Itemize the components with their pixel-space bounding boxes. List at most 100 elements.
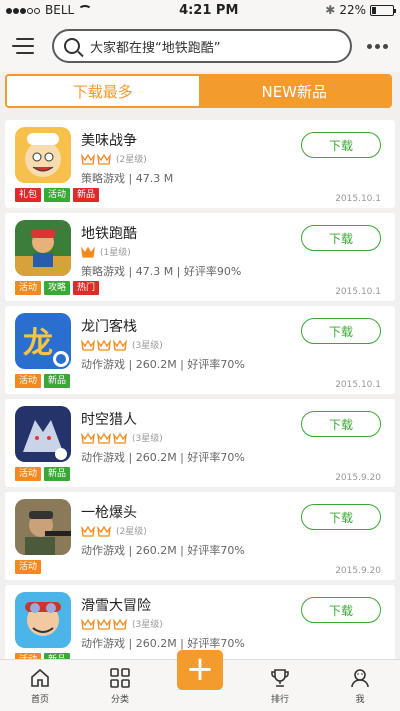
app-meta: 动作游戏 | 260.2M | 好评率70% [81, 451, 245, 464]
tag-badge: 活动 [15, 560, 42, 574]
battery-percent: 22% [339, 3, 366, 17]
segment-tabs: 下载最多 NEW新品 [5, 74, 392, 108]
rating: (2星级) [81, 152, 147, 165]
tag-badge: 礼包 [15, 188, 42, 202]
download-button[interactable]: 下载 [301, 225, 381, 251]
rating: (2星级) [81, 524, 147, 537]
bottom-tab-bar: 首页 分类 + 排行 我 [0, 650, 400, 711]
face-cartoon-icon[interactable] [15, 127, 71, 183]
tag-list: 活动新品 [15, 374, 71, 388]
menu-icon[interactable] [12, 38, 34, 54]
app-list-item[interactable]: 滑雪大冒险(3星级)动作游戏 | 260.2M | 好评率70%下载2015.9… [5, 585, 395, 659]
crown-icon [97, 618, 111, 630]
tabbar-plus: + [160, 650, 240, 711]
tab-most-downloaded[interactable]: 下载最多 [7, 76, 199, 106]
release-date: 2015.10.1 [335, 287, 381, 297]
rating: (3星级) [81, 431, 163, 444]
search-icon [64, 38, 80, 54]
release-date: 2015.9.20 [335, 473, 381, 483]
rating: (3星级) [81, 338, 163, 351]
crown-icon [113, 618, 127, 630]
app-meta: 策略游戏 | 47.3 M | 好评率90% [81, 265, 242, 278]
signal-icon [6, 3, 41, 17]
release-date: 2015.9.20 [335, 566, 381, 576]
tabbar-rank-label: 排行 [270, 695, 289, 705]
tag-badge: 热门 [73, 281, 100, 295]
rating: (3星级) [81, 617, 163, 630]
crown-icon [81, 618, 95, 630]
search-bar[interactable]: 大家都在搜“地铁跑酷” [52, 29, 352, 63]
crown-icon [113, 339, 127, 351]
tabbar-me-label: 我 [355, 695, 365, 705]
ski-adventure-icon[interactable] [15, 592, 71, 648]
tab-new[interactable]: NEW新品 [198, 76, 390, 106]
download-button[interactable]: 下载 [301, 504, 381, 530]
app-name[interactable]: 美味战争 [81, 130, 137, 150]
user-icon [351, 669, 369, 688]
bluetooth-icon: ✱ [325, 3, 336, 17]
home-icon [31, 668, 49, 687]
app-name[interactable]: 地铁跑酷 [81, 223, 137, 243]
tag-badge: 活动 [15, 281, 42, 295]
release-date: 2015.10.1 [335, 380, 381, 390]
crown-icon [97, 339, 111, 351]
tabbar-me[interactable]: 我 [320, 660, 400, 711]
tag-list: 活动新品 [15, 467, 71, 481]
crown-icon [97, 432, 111, 444]
tag-list: 活动 攻略 热门 [15, 281, 100, 295]
crown-icon [81, 153, 95, 165]
crown-icon [97, 153, 111, 165]
app-meta: 动作游戏 | 260.2M | 好评率70% [81, 637, 245, 650]
dragon-gate-icon[interactable]: 龙 [15, 313, 71, 369]
crown-icon [81, 525, 95, 537]
app-list-item[interactable]: 一枪爆头 (2星级) 动作游戏 | 260.2M | 好评率70% 下载 2015.9.… [5, 492, 395, 580]
tag-badge: 活动 [44, 188, 71, 202]
svg-text:龙: 龙 [23, 326, 53, 361]
tag-badge: 活动 [15, 374, 42, 388]
crown-icon [81, 339, 95, 351]
crown-icon [113, 432, 127, 444]
app-name[interactable]: 时空猎人 [81, 409, 137, 429]
rating-label: (1星级) [100, 248, 131, 258]
crown-icon [81, 432, 95, 444]
tag-badge: 活动 [15, 467, 42, 481]
tag-badge: 新品 [44, 374, 71, 388]
app-list-item[interactable]: 时空猎人 (3星级) 动作游戏 | 260.2M | 好评率70% 下载 2015.9.… [5, 399, 395, 487]
release-date: 2015.10.1 [335, 194, 381, 204]
subway-runner-icon[interactable] [15, 220, 71, 276]
app-name[interactable]: 一枪爆头 [81, 502, 137, 522]
tabbar-rank[interactable]: 排行 [240, 660, 320, 711]
top-bar: 大家都在搜“地铁跑酷” [0, 20, 400, 72]
download-button[interactable]: 下载 [301, 597, 381, 623]
app-name[interactable]: 龙门客栈 [81, 316, 137, 336]
rating-label: (3星级) [132, 620, 163, 630]
crown-icon [97, 525, 111, 537]
tag-badge: 攻略 [44, 281, 71, 295]
tabbar-home-label: 首页 [30, 695, 49, 705]
app-meta: 动作游戏 | 260.2M | 好评率70% [81, 358, 245, 371]
app-list-item[interactable]: 地铁跑酷 (1星级) 策略游戏 | 47.3 M | 好评率90% 下载 2015.10… [5, 213, 395, 301]
crown-icon [81, 246, 95, 258]
app-list-item[interactable]: 龙 龙门客栈 (3星级) 动作游戏 | 260.2M | 好评率70% 下载 2015.1… [5, 306, 395, 394]
search-placeholder: 大家都在搜“地铁跑酷” [90, 40, 221, 56]
add-button[interactable]: + [177, 650, 223, 690]
rating: (1星级) [81, 245, 131, 258]
download-button[interactable]: 下载 [301, 411, 381, 437]
tag-badge: 新品 [73, 188, 100, 202]
app-list-item[interactable]: 美味战争 (2星级) 策略游戏 | 47.3 M 下载 2015.10.1 礼包 活动 新品 [5, 120, 395, 208]
download-button[interactable]: 下载 [301, 132, 381, 158]
app-list: 美味战争 (2星级) 策略游戏 | 47.3 M 下载 2015.10.1 礼包 活动 新品地… [0, 112, 400, 659]
app-meta: 动作游戏 | 260.2M | 好评率70% [81, 544, 245, 557]
more-icon[interactable] [352, 43, 388, 49]
grid-icon [110, 668, 130, 688]
rating-label: (2星级) [116, 155, 147, 165]
wolf-hunter-icon[interactable] [15, 406, 71, 462]
download-button[interactable]: 下载 [301, 318, 381, 344]
sniper-icon[interactable] [15, 499, 71, 555]
rating-label: (3星级) [132, 434, 163, 444]
rating-label: (2星级) [116, 527, 147, 537]
tabbar-home[interactable]: 首页 [0, 660, 80, 711]
app-name[interactable]: 滑雪大冒险 [81, 595, 151, 615]
tabbar-category[interactable]: 分类 [80, 660, 160, 711]
tabbar-category-label: 分类 [110, 695, 129, 705]
